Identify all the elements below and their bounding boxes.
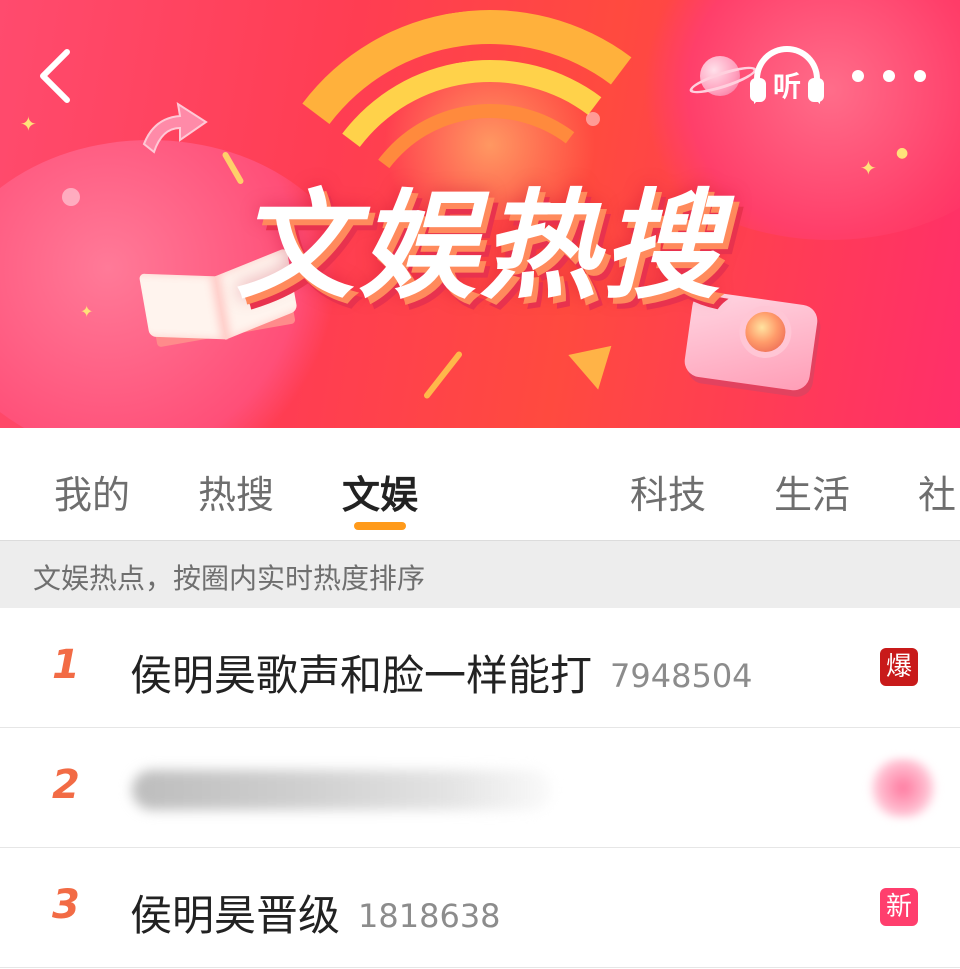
rank-number: 1 [52,642,80,688]
obscured-badge [868,758,938,818]
tab-life[interactable]: 生活 [774,464,850,519]
list-item[interactable]: 3 侯明昊晋级 1818638 新 [0,848,960,968]
topic-title: 侯明昊歌声和脸一样能打 [130,651,593,700]
heat-value: 7948504 [610,657,753,695]
tab-hot-search[interactable]: 热搜 [198,464,274,519]
listen-button[interactable]: 听 [748,44,826,110]
tab-tech[interactable]: 科技 [630,464,706,519]
sparkle-icon: ✦ [20,112,37,136]
planet-icon [700,56,740,96]
back-button[interactable] [28,44,82,108]
list-item[interactable]: 2 [0,728,960,848]
more-dots-icon [852,70,864,82]
new-badge: 新 [880,888,918,926]
more-button[interactable] [852,56,926,96]
banner: ✦ ✦ ✦ ● 文娱热搜 听 [0,0,960,428]
topic-title-wrap: 侯明昊晋级 1818638 [130,882,501,943]
listen-label: 听 [772,70,801,103]
category-tabs: 我的 热搜 文娱 科技 生活 社 [0,428,960,538]
rank-number: 3 [52,882,80,928]
obscured-title [132,770,552,810]
rank-number: 2 [52,762,80,808]
list-description-bar: 文娱热点，按圈内实时热度排序 [0,540,960,608]
list-description: 文娱热点，按圈内实时热度排序 [33,562,426,595]
bubble-decoration [586,112,600,126]
heat-value: 1818638 [358,897,501,935]
tab-entertainment[interactable]: 文娱 [342,464,418,519]
list-item[interactable]: 1 侯明昊歌声和脸一样能打 7948504 爆 [0,608,960,728]
back-arrow-icon [40,49,70,103]
tab-society[interactable]: 社 [918,464,956,519]
hot-badge: 爆 [880,648,918,686]
tab-mine[interactable]: 我的 [54,464,130,519]
topic-title-wrap: 侯明昊歌声和脸一样能打 7948504 [130,642,753,703]
topic-title: 侯明昊晋级 [130,891,341,940]
banner-title: 文娱热搜 [235,177,724,315]
active-tab-indicator [354,522,406,530]
